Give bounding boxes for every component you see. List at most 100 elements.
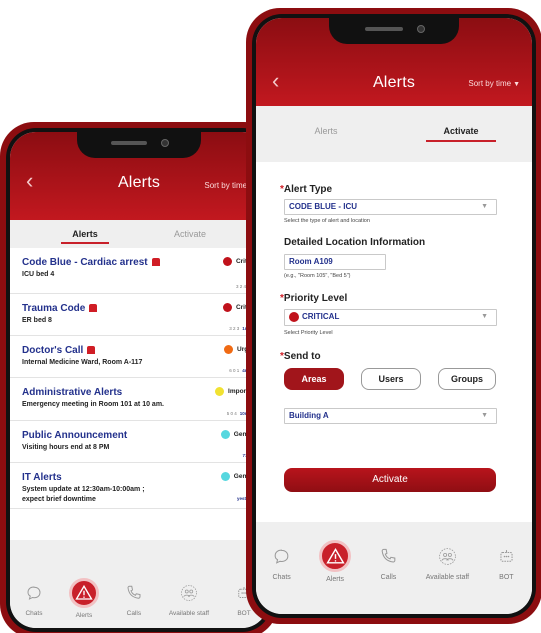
tab-label: Activate <box>173 229 206 239</box>
location-input[interactable]: Room A109 <box>284 254 386 270</box>
right-screen: ‹ Alerts Sort by time ▼ Alerts Activate *… <box>256 18 532 614</box>
phone-icon <box>374 542 402 570</box>
alert-subtitle: ER bed 8 <box>22 317 52 324</box>
alert-title: Administrative Alerts <box>22 387 123 398</box>
staff-group-icon <box>433 542 461 570</box>
alert-type-help: Select the type of alert and location <box>284 218 370 224</box>
alert-list-item[interactable]: Trauma CodeER bed 8Critical3 2 31m ago <box>10 294 268 336</box>
alert-subtitle: Visiting hours end at 8 PM <box>22 444 110 451</box>
stats-counts: 3 2 3 <box>229 326 240 331</box>
nav-label: Chats <box>272 574 291 582</box>
send-to-users-button[interactable]: Users <box>361 368 421 390</box>
stats-counts: 6 0 1 <box>229 368 240 373</box>
sort-by-time-button[interactable]: Sort by time▼ <box>468 79 520 88</box>
priority-dot-icon <box>224 345 234 354</box>
phone-icon <box>121 580 147 606</box>
phone-notch <box>77 132 201 158</box>
alert-title: Trauma Code <box>22 303 86 314</box>
area-value: Building A <box>289 411 329 420</box>
nav-label: Calls <box>126 610 142 617</box>
priority-value: CRITICAL <box>302 312 340 321</box>
priority-dot-icon <box>220 472 230 481</box>
dropdown-arrow-icon: ▼ <box>481 313 488 320</box>
nav-label: Alerts <box>75 612 93 619</box>
send-to-groups-button[interactable]: Groups <box>438 368 496 390</box>
stats-counts: 3 2 4 <box>235 284 246 289</box>
priority-dot-icon <box>222 303 232 312</box>
nav-item-alerts[interactable]: Alerts <box>68 578 99 619</box>
priority-label: *Priority Level <box>280 293 348 304</box>
alert-subtitle: System update at 12:30am-10:00am ; <box>22 486 145 493</box>
nav-item-calls[interactable]: Calls <box>374 540 402 581</box>
tab-alerts[interactable]: Alerts <box>40 229 130 244</box>
sort-caret-icon: ▼ <box>513 81 520 88</box>
tab-bar: Alerts Activate <box>10 220 268 248</box>
nav-label: BOT <box>499 574 514 582</box>
dropdown-arrow-icon: ▼ <box>481 412 488 419</box>
alert-title: IT Alerts <box>22 472 62 483</box>
alert-list-item[interactable]: Doctor's Call Internal Medicine Ward, Roo… <box>10 336 268 378</box>
tab-activate[interactable]: Activate <box>145 229 235 239</box>
priority-dot-icon <box>215 387 225 396</box>
alert-subtitle: ICU bed 4 <box>22 271 55 278</box>
nav-label: Alerts <box>326 576 345 584</box>
bottom-nav: Chats Alerts Calls Available staff BOT <box>10 578 268 619</box>
siren-icon <box>87 346 95 354</box>
left-phone: ‹ Alerts Sort by time▼ Alerts Activate C… <box>0 122 278 633</box>
alert-type-value: CODE BLUE - ICU <box>289 202 357 211</box>
alert-list-item[interactable]: Code Blue - Cardiac arrestICU bed 4Criti… <box>10 248 268 294</box>
alert-title: Public Announcement <box>22 430 128 441</box>
location-value: Room A109 <box>289 257 333 266</box>
tab-alerts[interactable]: Alerts <box>286 126 366 136</box>
alert-title: Doctor's Call <box>22 345 84 356</box>
nav-label: Calls <box>380 574 397 582</box>
nav-label: BOT <box>237 610 251 617</box>
nav-item-available-staff[interactable]: Available staff <box>426 540 469 581</box>
stats-counts: 5 0 4 <box>226 411 237 416</box>
alert-list-item[interactable]: Administrative Alerts Emergency meeting i… <box>10 378 268 421</box>
nav-item-chats[interactable]: Chats <box>21 578 47 617</box>
tab-activate[interactable]: Activate <box>416 126 506 142</box>
alert-list-item[interactable]: Public Announcement Visiting hours end at… <box>10 421 268 463</box>
nav-item-chats[interactable]: Chats <box>268 540 296 581</box>
activate-button[interactable]: Activate <box>284 468 496 492</box>
alert-type-label: *Alert Type <box>280 184 333 195</box>
alert-triangle-icon <box>68 578 99 608</box>
nav-label: Available staff <box>425 574 470 582</box>
location-label: Detailed Location Information <box>284 237 426 248</box>
chat-bubble-icon <box>268 542 296 570</box>
bottom-nav: Chats Alerts Calls Available staff BOT <box>256 540 532 583</box>
chat-bubble-icon <box>21 580 47 606</box>
sort-label: Sort by time <box>468 79 512 88</box>
nav-item-available-staff[interactable]: Available staff <box>169 578 209 617</box>
tab-label: Alerts <box>314 126 338 136</box>
priority-dot-icon <box>220 430 230 439</box>
alert-subtitle: Emergency meeting in Room 101 at 10 am. <box>22 401 164 408</box>
alert-triangle-icon <box>318 540 352 573</box>
area-select[interactable]: Building A ▼ <box>284 408 497 424</box>
nav-label: Chats <box>25 610 43 617</box>
sort-label: Sort by time <box>204 181 248 190</box>
activate-form: *Alert Type CODE BLUE - ICU ▼ Select the… <box>256 162 532 522</box>
nav-item-alerts[interactable]: Alerts <box>318 540 352 584</box>
left-screen: ‹ Alerts Sort by time▼ Alerts Activate C… <box>10 132 268 628</box>
siren-icon <box>89 304 97 312</box>
staff-group-icon <box>176 580 202 606</box>
priority-help: Select Priority Level <box>284 330 333 336</box>
critical-dot-icon <box>289 311 299 322</box>
nav-item-calls[interactable]: Calls <box>121 578 147 617</box>
send-to-areas-button[interactable]: Areas <box>284 368 344 390</box>
nav-item-bot[interactable]: BOT <box>492 540 520 581</box>
alert-subtitle: Internal Medicine Ward, Room A-117 <box>22 359 143 366</box>
send-to-label: *Send to <box>280 351 321 362</box>
tab-bar: Alerts Activate <box>256 106 532 162</box>
alert-title: Code Blue - Cardiac arrest <box>22 257 148 268</box>
phone-notch <box>329 18 459 44</box>
tab-label: Alerts <box>72 229 98 239</box>
dropdown-arrow-icon: ▼ <box>481 203 488 210</box>
alert-list-item[interactable]: IT Alerts System update at 12:30am-10:00a… <box>10 463 268 509</box>
priority-dot-icon <box>222 257 232 266</box>
right-phone: ‹ Alerts Sort by time ▼ Alerts Activate *… <box>246 8 541 624</box>
priority-select[interactable]: CRITICAL ▼ <box>284 309 497 326</box>
alert-type-select[interactable]: CODE BLUE - ICU ▼ <box>284 199 497 215</box>
